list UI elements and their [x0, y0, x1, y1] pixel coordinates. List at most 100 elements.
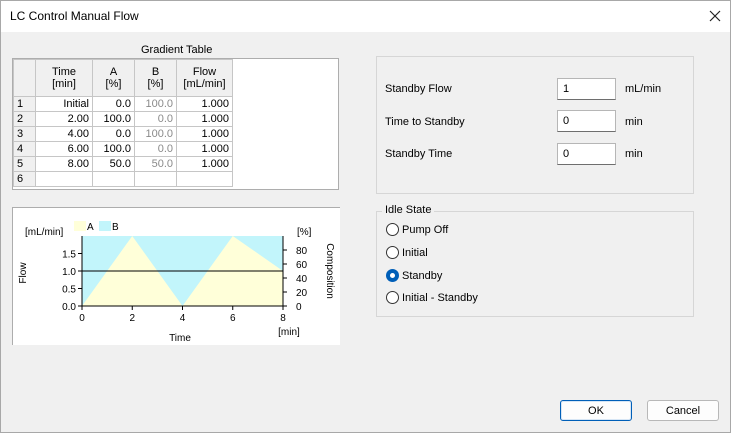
radio-circle — [386, 291, 399, 304]
time-header-label: Time [min] — [51, 66, 77, 90]
legend-label-a: A — [87, 222, 94, 233]
composition-tick-label: 0 — [296, 302, 302, 313]
cancel-button[interactable]: Cancel — [647, 400, 719, 421]
a-cell[interactable]: 100.0 — [92, 141, 135, 157]
standby-flow-unit: mL/min — [625, 83, 662, 95]
a-cell[interactable]: 50.0 — [92, 156, 135, 172]
b-cell: 100.0 — [134, 96, 177, 112]
legend-label-b: B — [112, 222, 119, 233]
radio-pump-off[interactable]: Pump Off — [386, 223, 448, 236]
composition-tick-label: 20 — [296, 288, 308, 299]
time-cell[interactable]: Initial — [35, 96, 93, 112]
radio-label: Initial - Standby — [402, 291, 478, 304]
x-tick-label: 6 — [230, 313, 236, 324]
time-to-standby-input[interactable] — [557, 110, 616, 132]
time-cell[interactable]: 6.00 — [35, 141, 93, 157]
gradient-chart-svg: 0.0 0.5 1.0 1.5 0 20 40 60 80 0 2 4 6 8 [mL/min] [%] Flo… — [18, 221, 335, 344]
composition-tick-label: 40 — [296, 274, 308, 285]
row-number: 5 — [13, 156, 36, 172]
radio-initial[interactable]: Initial — [386, 246, 428, 259]
a-cell[interactable]: 100.0 — [92, 111, 135, 127]
gradient-table[interactable]: Time [min] A [%] B [%] Flow [mL/min] 1 In… — [12, 58, 339, 190]
time-cell[interactable]: 4.00 — [35, 126, 93, 142]
a-cell[interactable]: 0.0 — [92, 126, 135, 142]
a-header-label: A [%] — [105, 66, 122, 90]
time-to-standby-label: Time to Standby — [385, 116, 465, 128]
radio-circle — [386, 223, 399, 236]
standby-time-label: Standby Time — [385, 148, 453, 160]
a-cell[interactable]: 0.0 — [92, 96, 135, 112]
standby-flow-label: Standby Flow — [385, 83, 452, 95]
composition-tick-label: 80 — [296, 246, 308, 257]
legend-swatch-a — [74, 221, 86, 231]
b-cell: 100.0 — [134, 126, 177, 142]
close-icon — [709, 10, 721, 22]
radio-circle — [386, 246, 399, 259]
b-cell — [134, 171, 177, 187]
table-row[interactable]: 5 8.00 50.0 50.0 1.000 — [13, 156, 233, 172]
x-tick-label: 0 — [79, 313, 85, 324]
time-cell[interactable]: 2.00 — [35, 111, 93, 127]
idle-state-legend: Idle State — [382, 204, 435, 216]
x-tick-label: 2 — [129, 313, 135, 324]
flow-header[interactable]: Flow [mL/min] — [176, 59, 233, 97]
radio-label: Initial — [402, 246, 428, 259]
table-row[interactable]: 2 2.00 100.0 0.0 1.000 — [13, 111, 233, 127]
flow-tick-label: 0.0 — [62, 302, 76, 313]
b-header-label: B [%] — [147, 66, 164, 90]
row-number: 3 — [13, 126, 36, 142]
ok-button[interactable]: OK — [560, 400, 632, 421]
radio-standby[interactable]: Standby — [386, 269, 442, 282]
title-bar: LC Control Manual Flow — [1, 1, 730, 32]
flow-header-label: Flow [mL/min] — [183, 66, 226, 90]
row-number: 6 — [13, 171, 36, 187]
composition-tick-label: 60 — [296, 260, 308, 271]
time-to-standby-unit: min — [625, 116, 643, 128]
flow-cell[interactable]: 1.000 — [176, 141, 233, 157]
flow-cell[interactable]: 1.000 — [176, 126, 233, 142]
radio-initial-standby[interactable]: Initial - Standby — [386, 291, 478, 304]
b-cell: 0.0 — [134, 141, 177, 157]
table-row[interactable]: 4 6.00 100.0 0.0 1.000 — [13, 141, 233, 157]
flow-tick-label: 0.5 — [62, 285, 76, 296]
table-row[interactable]: 6 — [13, 171, 233, 187]
corner-header — [13, 59, 36, 97]
time-cell[interactable] — [35, 171, 93, 187]
flow-axis-label: Flow — [18, 262, 29, 284]
radio-circle-selected — [386, 269, 399, 282]
legend-swatch-b — [99, 221, 111, 231]
window-title: LC Control Manual Flow — [10, 9, 139, 23]
row-number: 2 — [13, 111, 36, 127]
row-number: 1 — [13, 96, 36, 112]
x-unit-label: [min] — [278, 327, 300, 338]
standby-time-unit: min — [625, 148, 643, 160]
standby-time-input[interactable] — [557, 143, 616, 165]
flow-cell[interactable]: 1.000 — [176, 96, 233, 112]
gradient-table-title: Gradient Table — [141, 44, 213, 56]
flow-cell[interactable] — [176, 171, 233, 187]
composition-axis-label: Composition — [324, 243, 335, 299]
radio-label: Standby — [402, 269, 443, 282]
b-cell: 50.0 — [134, 156, 177, 172]
time-header[interactable]: Time [min] — [35, 59, 93, 97]
x-tick-label: 4 — [180, 313, 186, 324]
composition-unit-label: [%] — [297, 227, 312, 238]
gradient-chart: 0.0 0.5 1.0 1.5 0 20 40 60 80 0 2 4 6 8 [mL/min] [%] Flo… — [12, 207, 340, 345]
time-cell[interactable]: 8.00 — [35, 156, 93, 172]
a-header[interactable]: A [%] — [92, 59, 135, 97]
x-tick-label: 8 — [280, 313, 286, 324]
flow-cell[interactable]: 1.000 — [176, 156, 233, 172]
standby-flow-input[interactable] — [557, 78, 616, 100]
radio-label: Pump Off — [402, 223, 449, 236]
table-row[interactable]: 1 Initial 0.0 100.0 1.000 — [13, 96, 233, 112]
row-number: 4 — [13, 141, 36, 157]
b-header[interactable]: B [%] — [134, 59, 177, 97]
flow-tick-label: 1.5 — [62, 250, 76, 261]
b-cell: 0.0 — [134, 111, 177, 127]
a-cell[interactable] — [92, 171, 135, 187]
close-button[interactable] — [701, 4, 729, 28]
table-row[interactable]: 3 4.00 0.0 100.0 1.000 — [13, 126, 233, 142]
lc-control-dialog: LC Control Manual Flow Gradient Table Ti… — [0, 0, 731, 433]
flow-cell[interactable]: 1.000 — [176, 111, 233, 127]
flow-unit-label: [mL/min] — [25, 227, 64, 238]
